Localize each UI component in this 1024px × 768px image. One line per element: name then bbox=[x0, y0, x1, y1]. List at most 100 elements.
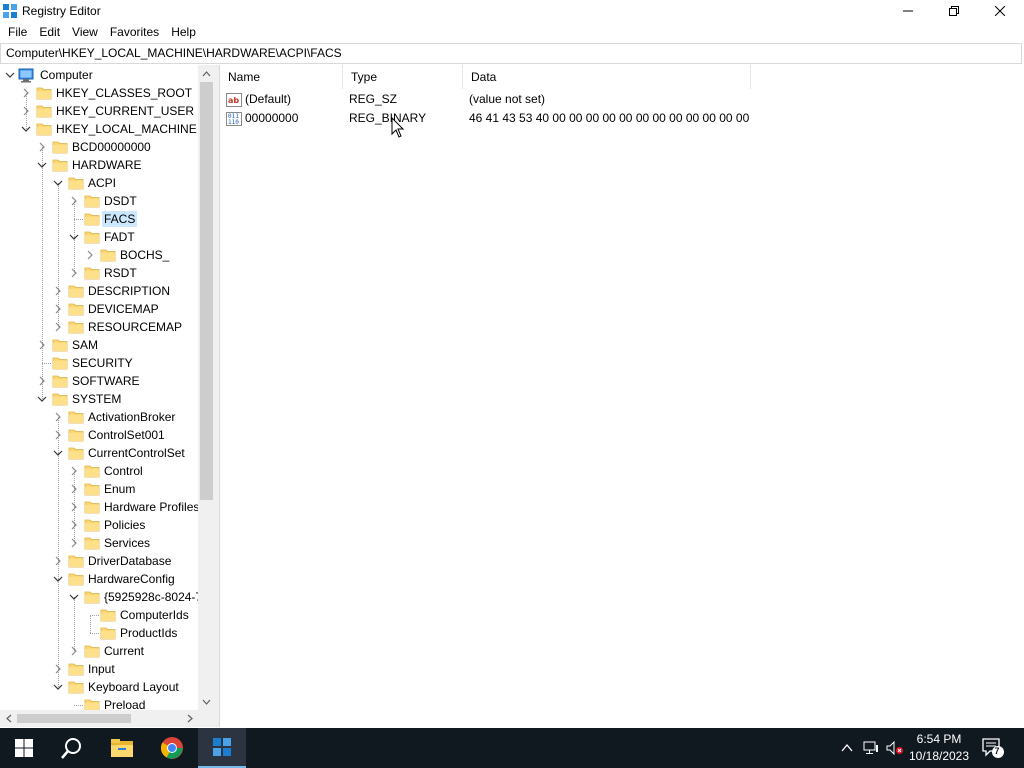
tree-horizontal-scrollbar[interactable] bbox=[0, 710, 198, 727]
tree-node[interactable]: DriverDatabase bbox=[0, 552, 198, 570]
chevron-right-icon[interactable] bbox=[52, 321, 64, 333]
tree-node[interactable]: ActivationBroker bbox=[0, 408, 198, 426]
chevron-right-icon[interactable] bbox=[20, 105, 32, 117]
volume-tray-button[interactable] bbox=[884, 728, 906, 768]
chevron-right-icon[interactable] bbox=[68, 537, 80, 549]
tree-node[interactable]: DSDT bbox=[0, 192, 198, 210]
tree-node[interactable]: ControlSet001 bbox=[0, 426, 198, 444]
chevron-right-icon[interactable] bbox=[52, 285, 64, 297]
tree-node[interactable]: Input bbox=[0, 660, 198, 678]
tree-node[interactable]: Services bbox=[0, 534, 198, 552]
tree-node[interactable]: RSDT bbox=[0, 264, 198, 282]
tree-node[interactable]: {5925928c-8024-7 bbox=[0, 588, 198, 606]
tree-node[interactable]: ACPI bbox=[0, 174, 198, 192]
menu-view[interactable]: View bbox=[66, 22, 104, 42]
tree-node[interactable]: CurrentControlSet bbox=[0, 444, 198, 462]
start-button[interactable] bbox=[0, 728, 48, 768]
show-hidden-icons-button[interactable] bbox=[836, 728, 858, 768]
column-header-name[interactable]: Name bbox=[220, 65, 343, 89]
chevron-right-icon[interactable] bbox=[68, 267, 80, 279]
chevron-down-icon[interactable] bbox=[20, 123, 32, 135]
chevron-right-icon[interactable] bbox=[68, 465, 80, 477]
menu-favorites[interactable]: Favorites bbox=[104, 22, 165, 42]
tree-node[interactable]: HKEY_LOCAL_MACHINE bbox=[0, 120, 198, 138]
tree-node[interactable]: HKEY_CLASSES_ROOT bbox=[0, 84, 198, 102]
value-row[interactable]: ab (Default) REG_SZ (value not set) bbox=[220, 90, 980, 109]
folder-icon bbox=[52, 357, 68, 370]
chevron-down-icon[interactable] bbox=[52, 447, 64, 459]
tree-node[interactable]: RESOURCEMAP bbox=[0, 318, 198, 336]
chevron-right-icon[interactable] bbox=[68, 519, 80, 531]
chevron-right-icon[interactable] bbox=[68, 645, 80, 657]
scroll-down-icon[interactable] bbox=[198, 693, 215, 710]
tree-node[interactable]: ProductIds bbox=[0, 624, 198, 642]
scroll-up-icon[interactable] bbox=[198, 65, 215, 82]
scroll-right-icon[interactable] bbox=[181, 710, 198, 727]
tree-node[interactable]: Current bbox=[0, 642, 198, 660]
scroll-left-icon[interactable] bbox=[0, 710, 17, 727]
chevron-down-icon[interactable] bbox=[36, 393, 48, 405]
chevron-down-icon[interactable] bbox=[68, 231, 80, 243]
tree-node[interactable]: Enum bbox=[0, 480, 198, 498]
tree-node[interactable]: Computer bbox=[0, 66, 198, 84]
tree-node[interactable]: BCD00000000 bbox=[0, 138, 198, 156]
restore-button[interactable] bbox=[931, 0, 977, 22]
menu-file[interactable]: File bbox=[2, 22, 33, 42]
chevron-right-icon[interactable] bbox=[68, 195, 80, 207]
column-header-type[interactable]: Type bbox=[343, 65, 463, 89]
chevron-right-icon[interactable] bbox=[36, 375, 48, 387]
address-bar[interactable]: Computer\HKEY_LOCAL_MACHINE\HARDWARE\ACP… bbox=[0, 43, 1022, 64]
tree-node[interactable]: SAM bbox=[0, 336, 198, 354]
search-button[interactable] bbox=[48, 728, 96, 768]
chevron-down-icon[interactable] bbox=[68, 591, 80, 603]
chevron-down-icon[interactable] bbox=[52, 681, 64, 693]
close-button[interactable] bbox=[977, 0, 1023, 22]
tree-node[interactable]: FACS bbox=[0, 210, 198, 228]
tree-node[interactable]: HARDWARE bbox=[0, 156, 198, 174]
tree-node[interactable]: HardwareConfig bbox=[0, 570, 198, 588]
value-row[interactable]: 011 110 00000000 REG_BINARY 46 41 43 53 … bbox=[220, 109, 980, 128]
chevron-down-icon[interactable] bbox=[52, 177, 64, 189]
menu-edit[interactable]: Edit bbox=[33, 22, 66, 42]
action-center-button[interactable]: 7 bbox=[978, 728, 1008, 768]
chevron-down-icon[interactable] bbox=[4, 69, 16, 81]
tree-node[interactable]: BOCHS_ bbox=[0, 246, 198, 264]
tree-vertical-scroll-thumb[interactable] bbox=[200, 82, 213, 500]
chevron-right-icon[interactable] bbox=[52, 663, 64, 675]
chevron-down-icon[interactable] bbox=[52, 573, 64, 585]
tree-node[interactable]: SECURITY bbox=[0, 354, 198, 372]
chevron-right-icon[interactable] bbox=[52, 429, 64, 441]
clock[interactable]: 6:54 PM 10/18/2023 bbox=[904, 731, 974, 765]
chevron-right-icon[interactable] bbox=[20, 87, 32, 99]
tree-node[interactable]: DESCRIPTION bbox=[0, 282, 198, 300]
tree-node[interactable]: Preload bbox=[0, 696, 198, 710]
chevron-right-icon[interactable] bbox=[36, 339, 48, 351]
column-header-data[interactable]: Data bbox=[463, 65, 751, 89]
chevron-right-icon[interactable] bbox=[68, 501, 80, 513]
minimize-button[interactable] bbox=[885, 0, 931, 22]
tree-node[interactable]: Keyboard Layout bbox=[0, 678, 198, 696]
tree-horizontal-scroll-thumb[interactable] bbox=[17, 714, 131, 723]
tree-node[interactable]: Hardware Profiles bbox=[0, 498, 198, 516]
tree-node[interactable]: FADT bbox=[0, 228, 198, 246]
file-explorer-taskbar-button[interactable] bbox=[98, 728, 146, 768]
chevron-right-icon[interactable] bbox=[52, 411, 64, 423]
tree-vertical-scrollbar[interactable] bbox=[198, 65, 215, 710]
registry-editor-taskbar-button[interactable] bbox=[198, 728, 246, 768]
tree-node[interactable]: Policies bbox=[0, 516, 198, 534]
tree-node[interactable]: HKEY_CURRENT_USER bbox=[0, 102, 198, 120]
chrome-taskbar-button[interactable] bbox=[148, 728, 196, 768]
chevron-right-icon[interactable] bbox=[84, 249, 96, 261]
tree-node[interactable]: Control bbox=[0, 462, 198, 480]
network-tray-button[interactable] bbox=[860, 728, 882, 768]
tree-node[interactable]: SOFTWARE bbox=[0, 372, 198, 390]
tree-node[interactable]: ComputerIds bbox=[0, 606, 198, 624]
chevron-right-icon[interactable] bbox=[52, 555, 64, 567]
tree-node[interactable]: DEVICEMAP bbox=[0, 300, 198, 318]
chevron-right-icon[interactable] bbox=[52, 303, 64, 315]
tree-node[interactable]: SYSTEM bbox=[0, 390, 198, 408]
chevron-down-icon[interactable] bbox=[36, 159, 48, 171]
chevron-right-icon[interactable] bbox=[36, 141, 48, 153]
menu-help[interactable]: Help bbox=[165, 22, 202, 42]
chevron-right-icon[interactable] bbox=[68, 483, 80, 495]
